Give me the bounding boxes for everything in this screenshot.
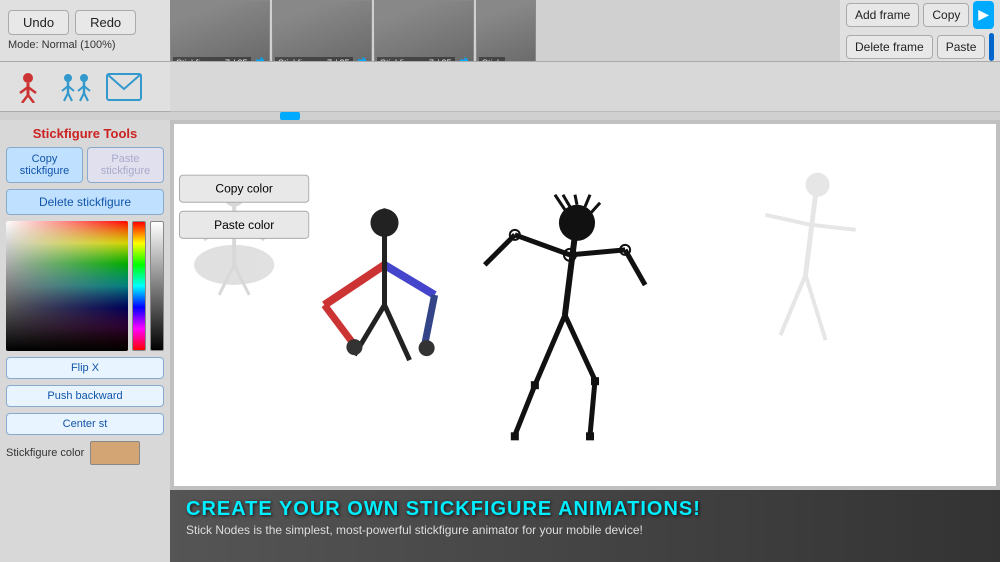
redo-button[interactable]: Redo (75, 10, 136, 35)
frame-thumb-163[interactable]: 163 Stick (476, 0, 536, 61)
stickfig-color-swatch[interactable] (90, 441, 140, 465)
right-panel: Add frame Copy ▶ Delete frame Paste (840, 0, 1000, 61)
stickfig-color-label: Stickfigure color (6, 447, 84, 459)
thumb-label-162: Stickfigures 7 / 25 (377, 57, 455, 61)
copy-paste-row: Copy stickfigure Paste stickfigure (6, 147, 164, 183)
thumb-label-161: Stickfigures 7 / 25 (275, 57, 353, 61)
thumb-162[interactable]: Stickfigures 7 / 25 ➜ (374, 0, 474, 61)
banner-headline: CREATE YOUR OWN STICKFIGURE ANIMATIONS! (186, 498, 984, 521)
color-gradient[interactable] (6, 221, 128, 351)
scroll-thumb[interactable] (280, 112, 300, 120)
add-frame-button[interactable]: Add frame (846, 3, 919, 27)
flip-x-button[interactable]: Flip X (6, 357, 164, 379)
thumb-163[interactable]: Stick (476, 0, 536, 61)
undo-redo-row: Undo Redo (8, 10, 162, 35)
person-icon-btn[interactable] (8, 69, 48, 105)
banner-sub: Stick Nodes is the simplest, most-powerf… (186, 523, 984, 537)
stickfig-color-row: Stickfigure color (6, 441, 164, 465)
delete-frame-row: Delete frame Paste (846, 33, 994, 61)
envelope-icon-btn[interactable] (104, 69, 144, 105)
timeline-area: 160 Stickfigures 7 / 25 ➜ 161 Stickfigur… (170, 0, 840, 61)
mode-text: Mode: Normal (100%) (8, 39, 162, 51)
thumb-arrow-162: ➜ (459, 53, 469, 61)
left-sidebar: Stickfigure Tools Copy stickfigure Paste… (0, 120, 170, 562)
thumb-label-163: Stick (479, 57, 505, 61)
frame-thumb-161[interactable]: 161 Stickfigures 7 / 25 ➜ (272, 0, 372, 61)
drawing-canvas[interactable]: Copy color Paste color (174, 124, 996, 486)
canvas-area: Copy color Paste color CREATE YOUR OWN S… (170, 120, 1000, 562)
add-frame-row: Add frame Copy ▶ (846, 1, 994, 29)
paste-button[interactable]: Paste (937, 35, 986, 59)
thumb-label-160: Stickfigures 7 / 25 (173, 57, 251, 61)
icon-row (0, 62, 170, 112)
scroll-indicator[interactable] (0, 112, 1000, 120)
bottom-banner: CREATE YOUR OWN STICKFIGURE ANIMATIONS! … (170, 490, 1000, 562)
color-bw-bar[interactable] (150, 221, 164, 351)
group-icon (58, 71, 94, 103)
thumb-160[interactable]: Stickfigures 7 / 25 ➜ (170, 0, 270, 61)
frame-thumb-162[interactable]: 162 Stickfigures 7 / 25 ➜ (374, 0, 474, 61)
color-picker-area (6, 221, 164, 351)
copy-color-button[interactable]: Copy color (179, 175, 309, 203)
envelope-icon (106, 73, 142, 101)
top-bar: Undo Redo Mode: Normal (100%) 160 Stickf… (0, 0, 1000, 62)
paste-color-button[interactable]: Paste color (179, 211, 309, 239)
thumb-arrow-161: ➜ (357, 53, 367, 61)
blue-square-button[interactable] (989, 33, 994, 61)
left-controls: Undo Redo Mode: Normal (100%) (0, 0, 170, 61)
paste-stickfigure-button[interactable]: Paste stickfigure (87, 147, 164, 183)
copy-stickfigure-button[interactable]: Copy stickfigure (6, 147, 83, 183)
person-icon (14, 71, 42, 103)
animation-scene: Copy color Paste color (174, 124, 996, 486)
tools-title: Stickfigure Tools (6, 126, 164, 141)
thumb-arrow-160: ➜ (255, 53, 265, 61)
play-button[interactable]: ▶ (973, 1, 994, 29)
color-hue-slider[interactable] (132, 221, 146, 351)
frame-thumb-160[interactable]: 160 Stickfigures 7 / 25 ➜ (170, 0, 270, 61)
delete-frame-button[interactable]: Delete frame (846, 35, 933, 59)
group-icon-btn[interactable] (56, 69, 96, 105)
center-st-button[interactable]: Center st (6, 413, 164, 435)
thumb-161[interactable]: Stickfigures 7 / 25 ➜ (272, 0, 372, 61)
delete-stickfigure-button[interactable]: Delete stickfigure (6, 189, 164, 215)
undo-button[interactable]: Undo (8, 10, 69, 35)
copy-button[interactable]: Copy (923, 3, 969, 27)
push-backward-button[interactable]: Push backward (6, 385, 164, 407)
main-area: Stickfigure Tools Copy stickfigure Paste… (0, 120, 1000, 562)
